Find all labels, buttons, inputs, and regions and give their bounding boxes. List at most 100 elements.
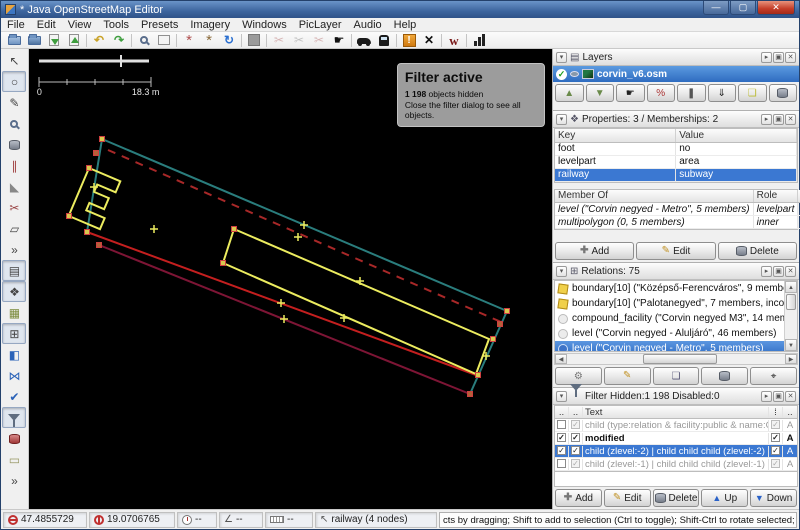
- add-tag-button[interactable]: ✚Add: [555, 242, 634, 260]
- membership-row[interactable]: multipolygon (0, 5 members)inner2-3: [555, 216, 800, 229]
- scroll-down-icon[interactable]: ▼: [785, 339, 797, 351]
- tags-panel-toggle-icon[interactable]: ▭: [2, 449, 26, 470]
- value-column-header[interactable]: Value: [676, 129, 797, 142]
- hiding-checkbox[interactable]: [571, 459, 580, 468]
- tag-row[interactable]: levelpartarea: [555, 155, 797, 168]
- hiding-checkbox[interactable]: [571, 420, 580, 429]
- menu-edit[interactable]: Edit: [31, 18, 62, 32]
- inverted-column-header[interactable]: ⁞: [769, 407, 783, 418]
- delete-relation-button[interactable]: [701, 367, 748, 385]
- edit-tag-button[interactable]: ✎Edit: [636, 242, 715, 260]
- filter-row[interactable]: modified A: [555, 432, 797, 445]
- delete-tool-icon[interactable]: [2, 134, 26, 155]
- text-column-header[interactable]: Text: [583, 407, 769, 418]
- preferences-icon[interactable]: [154, 32, 174, 48]
- tag-row[interactable]: footno: [555, 142, 797, 155]
- menu-audio[interactable]: Audio: [348, 18, 388, 32]
- dock-icon[interactable]: ▸: [761, 266, 772, 277]
- inverted-checkbox[interactable]: [771, 433, 780, 442]
- menu-piclayer[interactable]: PicLayer: [293, 18, 348, 32]
- relations-panel-toggle-icon[interactable]: ⊞: [2, 323, 26, 344]
- menu-presets[interactable]: Presets: [135, 18, 184, 32]
- car-icon[interactable]: [354, 32, 374, 48]
- wms-icon[interactable]: w: [444, 32, 464, 48]
- relation-item[interactable]: boundary[10] ("Palotanegyed", 7 members,…: [555, 296, 784, 311]
- key-column-header[interactable]: Key: [555, 129, 676, 142]
- layer-duplicate-button[interactable]: ❏: [738, 84, 767, 102]
- open-icon[interactable]: [4, 32, 24, 48]
- properties-panel-toggle-icon[interactable]: ❖: [2, 281, 26, 302]
- warning-icon[interactable]: !: [399, 32, 419, 48]
- orient-way-icon[interactable]: *: [199, 32, 219, 48]
- collapse-icon[interactable]: ▾: [556, 52, 567, 63]
- enabled-column-header[interactable]: ..: [555, 407, 569, 418]
- layers-panel-toggle-icon[interactable]: ▤: [2, 260, 26, 281]
- menu-help[interactable]: Help: [388, 18, 423, 32]
- save-as-icon[interactable]: [24, 32, 44, 48]
- menu-tools[interactable]: Tools: [97, 18, 135, 32]
- close-panel-icon[interactable]: ✕: [785, 391, 796, 402]
- combine-way-icon[interactable]: ✂: [289, 32, 309, 48]
- layer-up-button[interactable]: ▲: [555, 84, 584, 102]
- improve-accuracy-tool-icon[interactable]: ◣: [2, 176, 26, 197]
- menu-windows[interactable]: Windows: [236, 18, 293, 32]
- relation-item[interactable]: compound_facility ("Corvin negyed M3", 1…: [555, 311, 784, 326]
- layer-down-button[interactable]: ▼: [586, 84, 615, 102]
- eraser-tool-icon[interactable]: ◧: [2, 344, 26, 365]
- search-icon[interactable]: [134, 32, 154, 48]
- relations-vertical-scrollbar[interactable]: ▲ ▼: [784, 281, 797, 351]
- unglue-node-icon[interactable]: ✂: [309, 32, 329, 48]
- enabled-checkbox[interactable]: [557, 420, 566, 429]
- save-icon[interactable]: [44, 32, 64, 48]
- filter-panel-toggle-icon[interactable]: [2, 407, 26, 428]
- sticky-icon[interactable]: ▣: [773, 114, 784, 125]
- more-panels-icon[interactable]: »: [2, 470, 26, 491]
- collapse-icon[interactable]: ▾: [556, 114, 567, 125]
- undo-icon[interactable]: ↶: [89, 32, 109, 48]
- scroll-right-icon[interactable]: ▶: [785, 354, 797, 364]
- layer-delete-button[interactable]: [769, 84, 798, 102]
- zoom-tool-icon[interactable]: [2, 113, 26, 134]
- tag-row-selected[interactable]: railwaysubway: [555, 168, 797, 181]
- train-icon[interactable]: [374, 32, 394, 48]
- relations-horizontal-scrollbar[interactable]: ◀ ▶: [554, 353, 798, 365]
- enabled-checkbox[interactable]: [557, 459, 566, 468]
- collapse-icon[interactable]: ▾: [556, 391, 567, 402]
- edit-relation-button[interactable]: ✎: [604, 367, 651, 385]
- inverted-checkbox[interactable]: [771, 446, 780, 455]
- mode-column-header[interactable]: ..: [783, 407, 797, 418]
- enabled-checkbox[interactable]: [557, 433, 566, 442]
- extrude-tool-icon[interactable]: ▱: [2, 218, 26, 239]
- dock-icon[interactable]: ▸: [761, 114, 772, 125]
- enabled-checkbox[interactable]: [557, 446, 566, 455]
- hand-tool-icon[interactable]: ☛: [329, 32, 349, 48]
- relation-item-selected[interactable]: level ("Corvin negyed - Metro", 5 member…: [555, 341, 784, 351]
- more-tools-icon[interactable]: »: [2, 239, 26, 260]
- layer-row-corvin[interactable]: ✓ corvin_v6.osm: [553, 66, 799, 82]
- inverted-checkbox[interactable]: [771, 459, 780, 468]
- close-panel-icon[interactable]: ✕: [785, 114, 796, 125]
- move-filter-up-button[interactable]: ▲Up: [701, 489, 748, 507]
- dock-icon[interactable]: ▸: [761, 391, 772, 402]
- refresh-icon[interactable]: ↻: [219, 32, 239, 48]
- role-column-header[interactable]: Role: [753, 190, 798, 203]
- validator-panel-toggle-icon[interactable]: ✔: [2, 386, 26, 407]
- layer-activate-button[interactable]: ☛: [616, 84, 645, 102]
- mappaint-panel-toggle-icon[interactable]: ▦: [2, 302, 26, 323]
- membership-row[interactable]: level ("Corvin negyed - Metro", 5 member…: [555, 203, 800, 216]
- close-panel-icon[interactable]: ✕: [785, 52, 796, 63]
- close-panel-icon[interactable]: ✕: [785, 266, 796, 277]
- draw-way-icon[interactable]: *: [179, 32, 199, 48]
- duplicate-relation-button[interactable]: ❏: [653, 367, 700, 385]
- filter-row-selected[interactable]: child (zlevel:-2) | child child child (z…: [555, 445, 797, 458]
- close-button[interactable]: ✕: [757, 1, 795, 15]
- menu-view[interactable]: View: [62, 18, 98, 32]
- edit-filter-button[interactable]: ✎Edit: [604, 489, 651, 507]
- layer-merge-button[interactable]: ⇓: [708, 84, 737, 102]
- delete-tag-button[interactable]: Delete: [718, 242, 797, 260]
- redo-icon[interactable]: ↷: [109, 32, 129, 48]
- delete-icon[interactable]: ✕: [419, 32, 439, 48]
- select-members-button[interactable]: ⌖: [750, 367, 797, 385]
- hiding-checkbox[interactable]: [571, 446, 580, 455]
- upload-icon[interactable]: [64, 32, 84, 48]
